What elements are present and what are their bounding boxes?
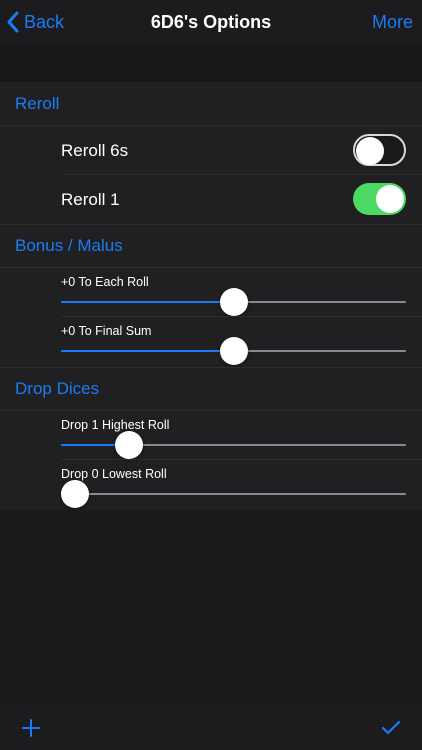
divider bbox=[0, 410, 422, 411]
bottom-toolbar bbox=[0, 706, 422, 750]
reroll-6s-toggle[interactable] bbox=[353, 134, 406, 166]
divider bbox=[61, 316, 422, 317]
navigation-bar: Back 6D6's Options More bbox=[0, 0, 422, 44]
back-button[interactable]: Back bbox=[6, 0, 64, 44]
checkmark-icon bbox=[381, 720, 401, 735]
divider bbox=[0, 224, 422, 225]
slider-track bbox=[61, 493, 406, 495]
settings-group: Reroll Reroll 6s Reroll 1 Bonus / Malus … bbox=[0, 82, 422, 510]
slider-thumb[interactable] bbox=[114, 431, 143, 459]
toggle-knob bbox=[356, 137, 384, 165]
divider bbox=[0, 267, 422, 268]
divider bbox=[61, 459, 422, 460]
header-spacer bbox=[0, 44, 422, 82]
section-header-reroll: Reroll bbox=[15, 94, 60, 113]
slider-fill bbox=[61, 350, 234, 352]
drop-lowest-slider[interactable] bbox=[61, 479, 406, 509]
section-header-bonus-malus: Bonus / Malus bbox=[15, 236, 123, 255]
plus-icon bbox=[22, 719, 40, 737]
toggle-knob bbox=[376, 185, 404, 213]
divider bbox=[61, 174, 422, 175]
reroll-6s-label: Reroll 6s bbox=[61, 141, 129, 160]
reroll-1-toggle[interactable] bbox=[353, 183, 406, 215]
confirm-button[interactable] bbox=[369, 706, 413, 750]
each-roll-slider[interactable] bbox=[61, 287, 406, 317]
divider bbox=[0, 125, 422, 126]
chevron-left-icon bbox=[7, 11, 19, 33]
reroll-1-label: Reroll 1 bbox=[61, 190, 120, 209]
more-button[interactable]: More bbox=[372, 0, 413, 44]
slider-thumb[interactable] bbox=[61, 480, 89, 508]
slider-thumb[interactable] bbox=[219, 337, 248, 365]
drop-highest-slider[interactable] bbox=[61, 430, 406, 460]
slider-fill bbox=[61, 301, 234, 303]
section-header-drop-dices: Drop Dices bbox=[15, 379, 100, 398]
divider bbox=[0, 367, 422, 368]
final-sum-slider[interactable] bbox=[61, 336, 406, 366]
slider-thumb[interactable] bbox=[219, 288, 248, 316]
add-button[interactable] bbox=[9, 706, 53, 750]
back-button-label: Back bbox=[24, 11, 65, 32]
